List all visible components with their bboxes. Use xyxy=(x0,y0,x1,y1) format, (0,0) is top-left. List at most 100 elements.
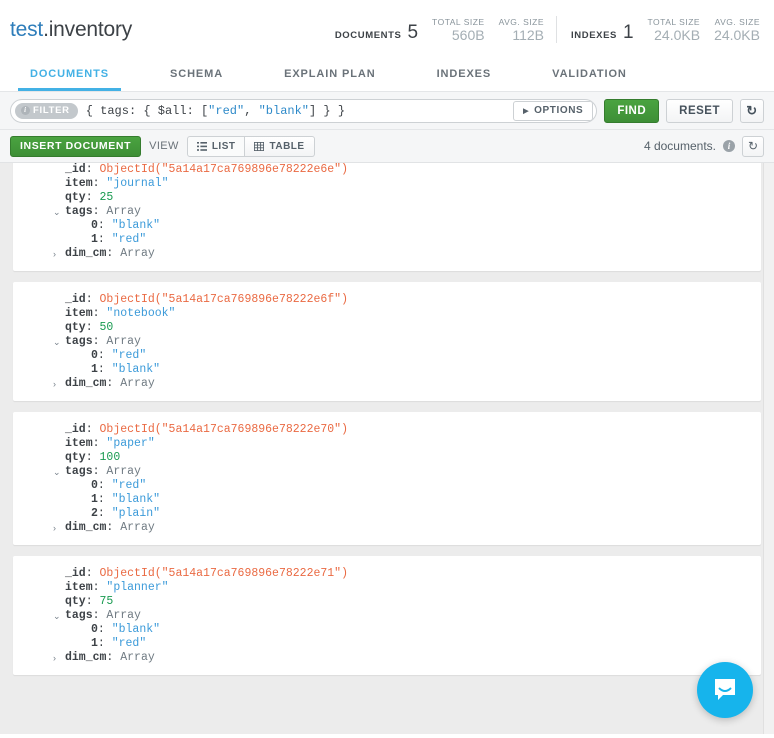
document-field: 0: "blank" xyxy=(13,623,761,637)
filter-badge: i FILTER xyxy=(15,102,78,119)
tab-documents[interactable]: DOCUMENTS xyxy=(18,60,121,91)
document-field: _id: ObjectId("5a14a17ca769896e78222e70"… xyxy=(13,423,761,437)
history-icon[interactable]: ↻ xyxy=(740,98,764,123)
tab-validation[interactable]: VALIDATION xyxy=(540,60,639,91)
document-field: › dim_cm: Array xyxy=(13,651,761,665)
query-bar: i FILTER { tags: { $all: ["red", "blank"… xyxy=(0,92,774,130)
field-separator: : xyxy=(92,609,107,622)
document-card[interactable]: _id: ObjectId("5a14a17ca769896e78222e6e"… xyxy=(13,163,761,271)
document-field: 1: "blank" xyxy=(13,363,761,377)
document-card[interactable]: _id: ObjectId("5a14a17ca769896e78222e71"… xyxy=(13,556,761,675)
insert-document-button[interactable]: INSERT DOCUMENT xyxy=(10,135,142,157)
indexes-avg-size-value: 24.0KB xyxy=(714,26,760,43)
field-key: 1 xyxy=(91,363,98,376)
refresh-icon[interactable]: ↻ xyxy=(742,135,764,157)
field-separator: : xyxy=(92,581,107,594)
filter-token: { tags: { $all: [ xyxy=(85,103,209,118)
indexes-stat-label: INDEXES xyxy=(571,29,617,41)
document-card[interactable]: _id: ObjectId("5a14a17ca769896e78222e6f"… xyxy=(13,282,761,401)
field-separator: : xyxy=(85,567,100,580)
chevron-right-icon[interactable]: › xyxy=(53,521,56,535)
view-mode-list-button[interactable]: LIST xyxy=(186,135,246,157)
document-field: _id: ObjectId("5a14a17ca769896e78222e6e"… xyxy=(13,163,761,177)
document-field: 0: "red" xyxy=(13,349,761,363)
info-icon: i xyxy=(21,105,30,115)
field-value: ObjectId("5a14a17ca769896e78222e6f") xyxy=(99,293,348,306)
document-field: 0: "red" xyxy=(13,479,761,493)
field-value: Array xyxy=(106,205,141,218)
chevron-down-icon[interactable]: ⌄ xyxy=(53,335,61,349)
field-separator: : xyxy=(97,637,112,650)
field-value: 25 xyxy=(99,191,114,204)
field-separator: : xyxy=(85,163,100,176)
field-value: "blank" xyxy=(111,623,161,636)
field-separator: : xyxy=(97,493,112,506)
documents-avg-size: AVG. SIZE 112B xyxy=(499,16,544,43)
document-field: › dim_cm: Array xyxy=(13,521,761,535)
field-separator: : xyxy=(92,437,107,450)
field-value: "blank" xyxy=(111,219,161,232)
field-key: dim_cm xyxy=(65,521,107,534)
field-key: item xyxy=(65,307,93,320)
document-field: ⌄ tags: Array xyxy=(13,205,761,219)
indexes-total-size: TOTAL SIZE 24.0KB xyxy=(648,16,701,43)
field-separator: : xyxy=(85,321,100,334)
document-field: ⌄ tags: Array xyxy=(13,465,761,479)
tab-explain-plan[interactable]: EXPLAIN PLAN xyxy=(272,60,387,91)
field-separator: : xyxy=(106,247,121,260)
indexes-avg-size: AVG. SIZE 24.0KB xyxy=(714,16,760,43)
field-key: qty xyxy=(65,321,86,334)
document-field: 2: "plain" xyxy=(13,507,761,521)
field-value: 50 xyxy=(99,321,114,334)
chevron-down-icon[interactable]: ⌄ xyxy=(53,205,61,219)
documents-stat-label: DOCUMENTS xyxy=(334,29,402,41)
document-field: _id: ObjectId("5a14a17ca769896e78222e71"… xyxy=(13,567,761,581)
collection-stats: DOCUMENTS 5 TOTAL SIZE 560B AVG. SIZE 11… xyxy=(334,15,760,45)
chevron-right-icon[interactable]: › xyxy=(53,247,56,261)
view-mode-table-button[interactable]: TABLE xyxy=(245,135,315,157)
collection-header: test.inventory DOCUMENTS 5 TOTAL SIZE 56… xyxy=(0,0,774,60)
collection-tabs: DOCUMENTS SCHEMA EXPLAIN PLAN INDEXES VA… xyxy=(0,60,774,92)
chevron-down-icon[interactable]: ⌄ xyxy=(53,465,61,479)
find-button[interactable]: FIND xyxy=(604,98,660,123)
document-count-area: 4 documents. i ↻ xyxy=(644,135,764,157)
filter-token: "blank" xyxy=(258,103,310,118)
document-field: 0: "blank" xyxy=(13,219,761,233)
tab-indexes[interactable]: INDEXES xyxy=(425,60,504,91)
chat-bubble-icon[interactable] xyxy=(697,662,753,718)
options-button[interactable]: ▶ OPTIONS xyxy=(513,100,594,121)
field-key: qty xyxy=(65,191,86,204)
chevron-down-icon[interactable]: ⌄ xyxy=(53,609,61,623)
chevron-right-icon[interactable]: › xyxy=(53,651,56,665)
field-value: "blank" xyxy=(111,493,161,506)
document-field: qty: 100 xyxy=(13,451,761,465)
field-separator: : xyxy=(85,423,100,436)
documents-total-size: TOTAL SIZE 560B xyxy=(432,16,485,43)
table-icon xyxy=(254,141,265,151)
document-list[interactable]: _id: ObjectId("5a14a17ca769896e78222e6e"… xyxy=(0,163,774,734)
document-field: › dim_cm: Array xyxy=(13,377,761,391)
field-key: tags xyxy=(65,205,93,218)
field-key: tags xyxy=(65,465,93,478)
vertical-scrollbar[interactable] xyxy=(763,163,774,734)
field-separator: : xyxy=(92,465,107,478)
document-card[interactable]: _id: ObjectId("5a14a17ca769896e78222e70"… xyxy=(13,412,761,545)
document-field: item: "paper" xyxy=(13,437,761,451)
filter-input[interactable]: i FILTER { tags: { $all: ["red", "blank"… xyxy=(10,98,598,123)
chat-bubble-glyph xyxy=(715,679,735,700)
document-field: qty: 50 xyxy=(13,321,761,335)
info-icon[interactable]: i xyxy=(723,140,735,152)
reset-button[interactable]: RESET xyxy=(666,98,733,123)
collection-name: .inventory xyxy=(43,18,133,41)
filter-query-text[interactable]: { tags: { $all: ["red", "blank"] } } xyxy=(86,104,513,118)
field-key: _id xyxy=(65,567,86,580)
tab-schema[interactable]: SCHEMA xyxy=(158,60,235,91)
filter-token: "red" xyxy=(208,103,245,118)
field-value: "blank" xyxy=(111,363,161,376)
field-value: "plain" xyxy=(111,507,161,520)
field-separator: : xyxy=(92,177,107,190)
field-key: tags xyxy=(65,609,93,622)
chevron-right-icon[interactable]: › xyxy=(53,377,56,391)
documents-avg-size-value: 112B xyxy=(512,26,545,43)
field-key: dim_cm xyxy=(65,651,107,664)
